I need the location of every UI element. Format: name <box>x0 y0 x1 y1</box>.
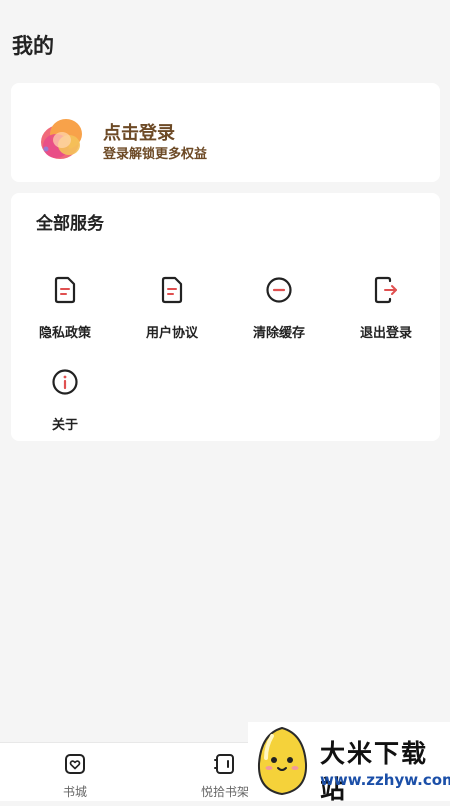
page-title: 我的 <box>12 34 54 58</box>
service-label: 关于 <box>51 418 78 433</box>
service-label: 用户协议 <box>145 326 198 341</box>
tab-bookstore[interactable]: 书城 <box>15 743 135 801</box>
watermark-url: www.zzhyw.com <box>320 771 450 789</box>
mascot-logo <box>257 726 308 796</box>
watermark-title: 大米下载站 <box>320 739 429 804</box>
bookshelf-icon <box>214 754 234 774</box>
document-icon <box>54 276 76 304</box>
service-label: 清除缓存 <box>252 326 305 341</box>
service-label: 隐私政策 <box>38 326 91 341</box>
tab-label: 书城 <box>62 785 87 799</box>
service-privacy-policy[interactable]: 隐私政策 <box>15 275 115 355</box>
avatar <box>41 119 82 159</box>
login-card[interactable]: 点击登录 登录解锁更多权益 <box>11 83 440 182</box>
services-title: 全部服务 <box>36 214 104 234</box>
service-logout[interactable]: 退出登录 <box>336 275 436 355</box>
info-circle-icon <box>52 369 78 395</box>
login-subtitle: 登录解锁更多权益 <box>103 147 208 162</box>
service-clear-cache[interactable]: 清除缓存 <box>229 275 329 355</box>
service-about[interactable]: 关于 <box>15 367 115 447</box>
watermark-banner: 大米下载站 www.zzhyw.com <box>248 722 450 804</box>
bookstore-heart-icon <box>65 754 85 774</box>
services-card: 全部服务 隐私政策 用户协议 清除缓存 退出登录 关于 <box>11 193 440 441</box>
service-user-agreement[interactable]: 用户协议 <box>122 275 222 355</box>
service-label: 退出登录 <box>359 326 412 341</box>
minus-circle-icon <box>266 277 292 303</box>
login-title: 点击登录 <box>103 123 175 144</box>
document-icon <box>161 276 183 304</box>
logout-icon <box>374 276 397 304</box>
